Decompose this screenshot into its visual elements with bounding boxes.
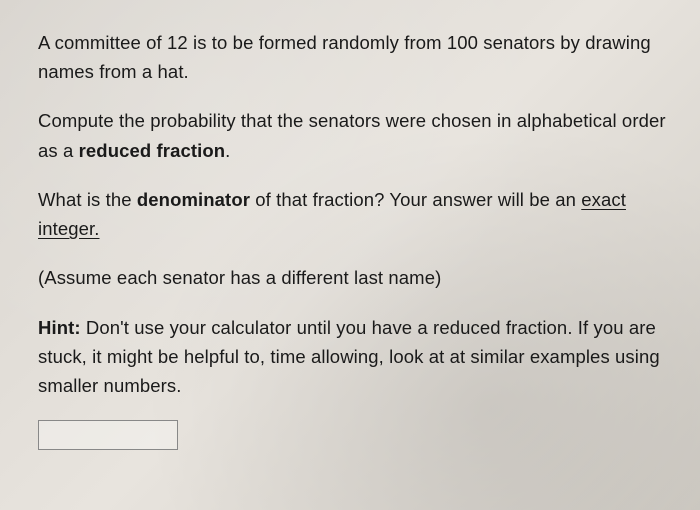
paragraph-setup: A committee of 12 is to be formed random… — [38, 28, 668, 86]
paragraph-denominator: What is the denominator of that fraction… — [38, 185, 668, 243]
text-denominator-bold: denominator — [137, 189, 250, 210]
text-denom-prefix: What is the — [38, 189, 137, 210]
paragraph-assume: (Assume each senator has a different las… — [38, 263, 668, 292]
paragraph-compute: Compute the probability that the senator… — [38, 106, 668, 164]
text-integer-underline: integer. — [38, 218, 100, 239]
text-hint-body: Don't use your calculator until you have… — [38, 317, 660, 396]
text-exact-underline: exact — [581, 189, 626, 210]
text-hint-label: Hint: — [38, 317, 81, 338]
paragraph-hint: Hint: Don't use your calculator until yo… — [38, 313, 668, 401]
text-reduced-fraction: reduced fraction — [79, 140, 226, 161]
text-denom-mid: of that fraction? Your answer will be an — [250, 189, 581, 210]
text-compute-suffix: . — [225, 140, 230, 161]
question-content: A committee of 12 is to be formed random… — [38, 28, 668, 450]
answer-input-box[interactable] — [38, 420, 178, 450]
